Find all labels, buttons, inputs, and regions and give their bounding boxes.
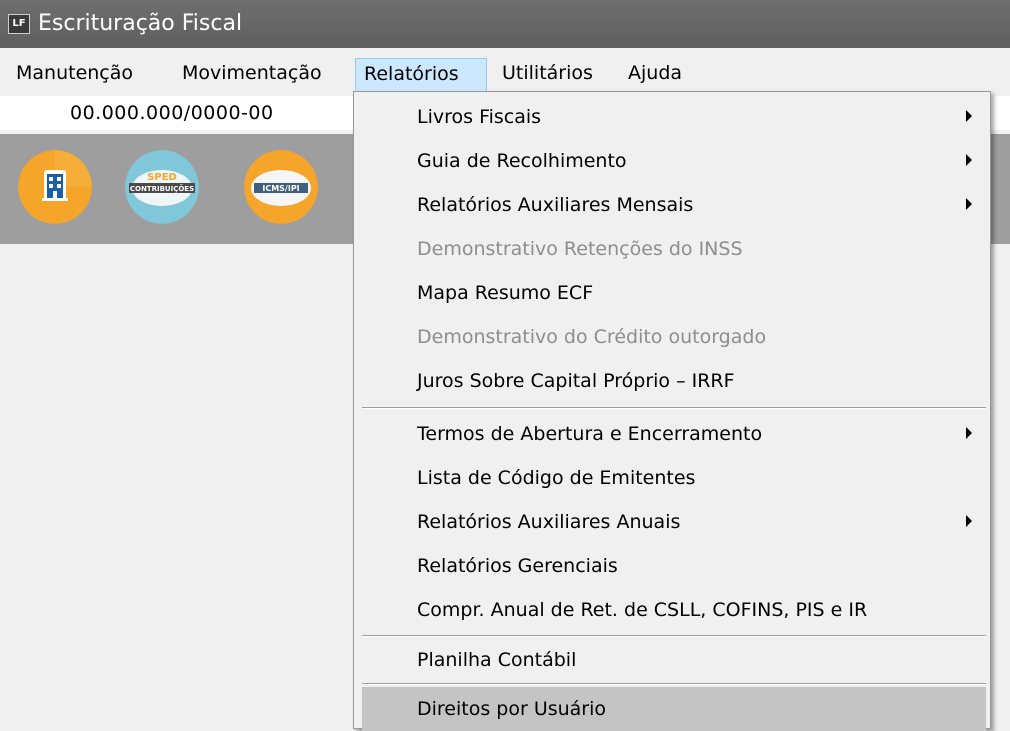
- company-cnpj: 00.000.000/0000-00: [70, 102, 274, 124]
- menu-manutencao[interactable]: Manutenção: [8, 58, 141, 92]
- submenu-arrow-icon: [966, 198, 972, 210]
- menu-item-label: Juros Sobre Capital Próprio – IRRF: [417, 370, 735, 392]
- sped-band-text: CONTRIBUIÇÕES: [130, 184, 194, 193]
- submenu-arrow-icon: [966, 110, 972, 122]
- menu-item-livros-fiscais[interactable]: Livros Fiscais: [362, 95, 986, 139]
- menu-item-relatorios-gerenciais[interactable]: Relatórios Gerenciais: [362, 544, 986, 588]
- menu-item-relatorios-aux-anuais[interactable]: Relatórios Auxiliares Anuais: [362, 500, 986, 544]
- menu-item-label: Mapa Resumo ECF: [417, 282, 594, 304]
- menu-item-label: Demonstrativo do Crédito outorgado: [417, 326, 767, 348]
- sped-contribuicoes-button[interactable]: SPED CONTRIBUIÇÕES: [125, 150, 199, 224]
- menu-item-label: Lista de Código de Emitentes: [417, 467, 696, 489]
- menu-item-credito-outorgado: Demonstrativo do Crédito outorgado: [362, 315, 986, 359]
- menu-item-demonstrativo-inss: Demonstrativo Retenções do INSS: [362, 227, 986, 271]
- menu-item-planilha-contabil[interactable]: Planilha Contábil: [362, 638, 986, 682]
- menu-item-label: Planilha Contábil: [417, 649, 577, 671]
- window-title: Escrituração Fiscal: [38, 11, 243, 36]
- menu-item-direitos-usuario[interactable]: Direitos por Usuário: [362, 687, 986, 731]
- building-button[interactable]: [18, 150, 92, 224]
- icms-band-text: ICMS/IPI: [262, 184, 299, 193]
- menu-separator: [362, 683, 986, 685]
- menu-item-label: Compr. Anual de Ret. de CSLL, COFINS, PI…: [417, 599, 868, 621]
- building-icon: [18, 150, 92, 224]
- menu-item-termos-abertura[interactable]: Termos de Abertura e Encerramento: [362, 412, 986, 456]
- menu-separator: [362, 407, 986, 409]
- menu-item-label: Guia de Recolhimento: [417, 150, 627, 172]
- sped-top-text: SPED: [147, 172, 177, 183]
- menu-item-label: Relatórios Gerenciais: [417, 555, 618, 577]
- menu-separator: [362, 635, 986, 637]
- submenu-arrow-icon: [966, 427, 972, 439]
- menu-item-label: Direitos por Usuário: [417, 698, 607, 720]
- menu-utilitarios[interactable]: Utilitários: [494, 58, 601, 92]
- menu-bar: Manutenção Movimentação Relatórios Utili…: [0, 48, 1010, 96]
- icms-ipi-icon: ICMS/IPI: [244, 150, 318, 224]
- title-bar: LF Escrituração Fiscal: [0, 0, 1010, 48]
- menu-ajuda[interactable]: Ajuda: [620, 58, 690, 92]
- menu-item-guia-recolhimento[interactable]: Guia de Recolhimento: [362, 139, 986, 183]
- menu-item-label: Demonstrativo Retenções do INSS: [417, 238, 743, 260]
- menu-item-label: Livros Fiscais: [417, 106, 542, 128]
- submenu-arrow-icon: [966, 515, 972, 527]
- relatorios-menu: Livros Fiscais Guia de Recolhimento Rela…: [353, 91, 991, 731]
- menu-item-lista-emitentes[interactable]: Lista de Código de Emitentes: [362, 456, 986, 500]
- sped-contribuicoes-icon: SPED CONTRIBUIÇÕES: [125, 150, 199, 224]
- menu-item-relatorios-aux-mensais[interactable]: Relatórios Auxiliares Mensais: [362, 183, 986, 227]
- menu-item-label: Relatórios Auxiliares Anuais: [417, 511, 681, 533]
- submenu-arrow-icon: [966, 154, 972, 166]
- icms-ipi-button[interactable]: ICMS/IPI: [244, 150, 318, 224]
- menu-item-juros-capital-proprio[interactable]: Juros Sobre Capital Próprio – IRRF: [362, 359, 986, 403]
- menu-item-label: Relatórios Auxiliares Mensais: [417, 194, 694, 216]
- menu-item-mapa-resumo-ecf[interactable]: Mapa Resumo ECF: [362, 271, 986, 315]
- app-lf-icon: LF: [8, 14, 30, 34]
- menu-relatorios[interactable]: Relatórios: [355, 58, 487, 92]
- menu-movimentacao[interactable]: Movimentação: [174, 58, 330, 92]
- menu-item-compr-anual-ret[interactable]: Compr. Anual de Ret. de CSLL, COFINS, PI…: [362, 588, 986, 632]
- menu-item-label: Termos de Abertura e Encerramento: [417, 423, 763, 445]
